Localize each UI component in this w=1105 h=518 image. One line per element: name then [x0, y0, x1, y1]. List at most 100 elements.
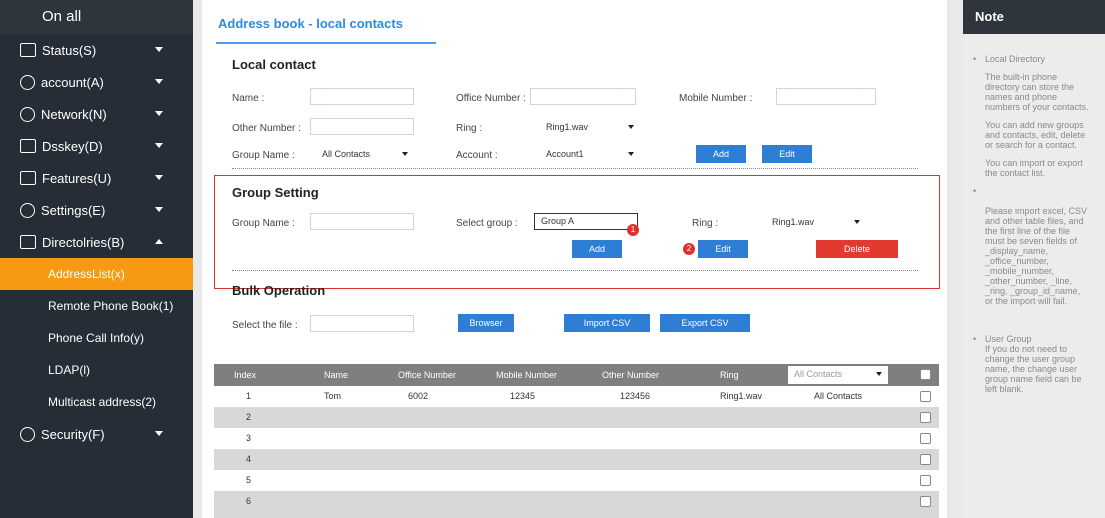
page-title: Address book - local contacts — [218, 16, 403, 31]
other-number-label: Other Number : — [232, 123, 301, 134]
gear-icon — [20, 202, 35, 218]
cell-ring: Ring1.wav — [720, 391, 763, 401]
divider — [232, 270, 918, 271]
mobile-number-field[interactable] — [776, 88, 876, 105]
local-contact-heading: Local contact — [232, 57, 316, 72]
mobile-number-label: Mobile Number : — [679, 93, 753, 104]
divider — [232, 168, 918, 169]
note-bullet-local-directory: • Local Directory — [973, 54, 1046, 64]
group-filter-select[interactable]: All Contacts — [788, 366, 888, 384]
shield-icon — [20, 426, 35, 442]
office-number-field[interactable] — [530, 88, 636, 105]
note-bullet-user-group: • User Group — [973, 334, 1032, 344]
grid-icon — [20, 171, 36, 185]
cell-index: 2 — [246, 412, 252, 422]
row-checkbox[interactable] — [920, 454, 931, 465]
delete-group-button[interactable]: Delete — [816, 240, 898, 258]
add-contact-button[interactable]: Add — [696, 145, 746, 163]
sidebar-item-features[interactable]: Features(U) — [0, 162, 193, 194]
sidebar-item-label: Network(N) — [41, 106, 107, 122]
select-all-checkbox[interactable] — [920, 369, 931, 380]
globe-icon — [20, 106, 35, 122]
cell-group: All Contacts — [814, 391, 863, 401]
row-checkbox[interactable] — [920, 412, 931, 423]
chevron-down-icon — [155, 111, 163, 116]
cell-office: 6002 — [408, 391, 429, 401]
group-ring-select[interactable]: Ring1.wav — [766, 214, 866, 231]
name-field[interactable] — [310, 88, 414, 105]
import-csv-button[interactable]: Import CSV — [564, 314, 650, 332]
sidebar-item-label: account(A) — [41, 74, 104, 90]
edit-contact-button[interactable]: Edit — [762, 145, 812, 163]
row-checkbox[interactable] — [920, 391, 931, 402]
sidebar-subitem-call-info[interactable]: Phone Call Info(y) — [0, 322, 193, 354]
cell-index: 1 — [246, 391, 252, 401]
row-checkbox[interactable] — [920, 475, 931, 486]
sidebar-item-account[interactable]: account(A) — [0, 66, 193, 98]
group-name-label: Group Name : — [232, 150, 295, 161]
file-path-field[interactable] — [310, 315, 414, 332]
other-number-field[interactable] — [310, 118, 414, 135]
group-name-field[interactable] — [310, 213, 414, 230]
ring-select[interactable]: Ring1.wav — [540, 119, 640, 136]
sidebar-subitem-remote-phonebook[interactable]: Remote Phone Book(1) — [0, 290, 193, 322]
account-select[interactable]: Account1 — [540, 146, 640, 163]
sidebar-item-network[interactable]: Network(N) — [0, 98, 193, 130]
col-index: Index — [234, 370, 257, 380]
sidebar-subitem-multicast[interactable]: Multicast address(2) — [0, 386, 193, 418]
chevron-down-icon — [155, 79, 163, 84]
sidebar: On all Status(S) account(A) Network(N) D… — [0, 0, 193, 518]
sidebar-item-security[interactable]: Security(F) — [0, 418, 193, 450]
row-checkbox[interactable] — [920, 433, 931, 444]
book-icon — [20, 235, 36, 249]
cell-index: 5 — [246, 475, 252, 485]
table-row: 3 — [214, 428, 939, 449]
group-setting-highlight — [214, 175, 940, 289]
col-office: Office Number — [398, 370, 456, 380]
chevron-down-icon — [155, 47, 163, 52]
office-number-label: Office Number : — [456, 93, 526, 104]
cell-mobile: 12345 — [510, 391, 536, 401]
browse-button[interactable]: Browser — [458, 314, 514, 332]
table-row: 2 — [214, 407, 939, 428]
sidebar-item-settings[interactable]: Settings(E) — [0, 194, 193, 226]
contacts-table-header: Index Name Office Number Mobile Number O… — [214, 364, 939, 386]
sidebar-item-label: Security(F) — [41, 426, 105, 442]
select-group-label: Select group : — [456, 218, 518, 229]
note-paragraph: You can add new groups and contacts, edi… — [985, 120, 1086, 150]
sidebar-item-status[interactable]: Status(S) — [0, 34, 193, 66]
table-row: 5 — [214, 470, 939, 491]
note-panel: Note • Local Directory The built-in phone… — [963, 0, 1105, 518]
add-group-button[interactable]: Add — [572, 240, 622, 258]
sidebar-subitem-ldap[interactable]: LDAP(l) — [0, 354, 193, 386]
group-setting-heading: Group Setting — [232, 185, 319, 200]
chevron-down-icon — [155, 175, 163, 180]
note-title: Note — [963, 0, 1105, 34]
bulk-operation-heading: Bulk Operation — [232, 283, 326, 298]
note-paragraph: You can import or export the contact lis… — [985, 158, 1083, 178]
export-csv-button[interactable]: Export CSV — [660, 314, 750, 332]
keyboard-icon — [20, 139, 36, 153]
edit-group-button[interactable]: Edit — [698, 240, 748, 258]
group-name-select[interactable]: All Contacts — [316, 146, 414, 163]
note-body: • Local Directory The built-in phone dire… — [963, 34, 1105, 518]
sidebar-item-label: Settings(E) — [41, 202, 106, 218]
cell-name: Tom — [324, 391, 342, 401]
title-underline — [216, 42, 436, 44]
note-paragraph: The built-in phone directory can store t… — [985, 72, 1089, 112]
ring-label: Ring : — [456, 123, 483, 134]
col-mobile: Mobile Number — [496, 370, 558, 380]
sidebar-subitem-addresslist[interactable]: AddressList(x) — [0, 258, 193, 290]
step-badge-1: 1 — [627, 224, 639, 236]
note-bullet-import: • Please import excel, CSV and other tabl… — [973, 186, 1088, 306]
select-group-field[interactable]: Group A — [534, 213, 638, 230]
row-checkbox[interactable] — [920, 496, 931, 507]
account-label: Account : — [456, 150, 498, 161]
table-row: 1 Tom 6002 12345 123456 Ring1.wav All Co… — [214, 386, 939, 407]
note-paragraph: If you do not need to change the user gr… — [985, 344, 1082, 394]
cell-other: 123456 — [620, 391, 651, 401]
table-row: 4 — [214, 449, 939, 470]
sidebar-item-dsskey[interactable]: Dsskey(D) — [0, 130, 193, 162]
cell-index: 3 — [246, 433, 252, 443]
sidebar-item-directories[interactable]: Directolries(B) — [0, 226, 193, 258]
